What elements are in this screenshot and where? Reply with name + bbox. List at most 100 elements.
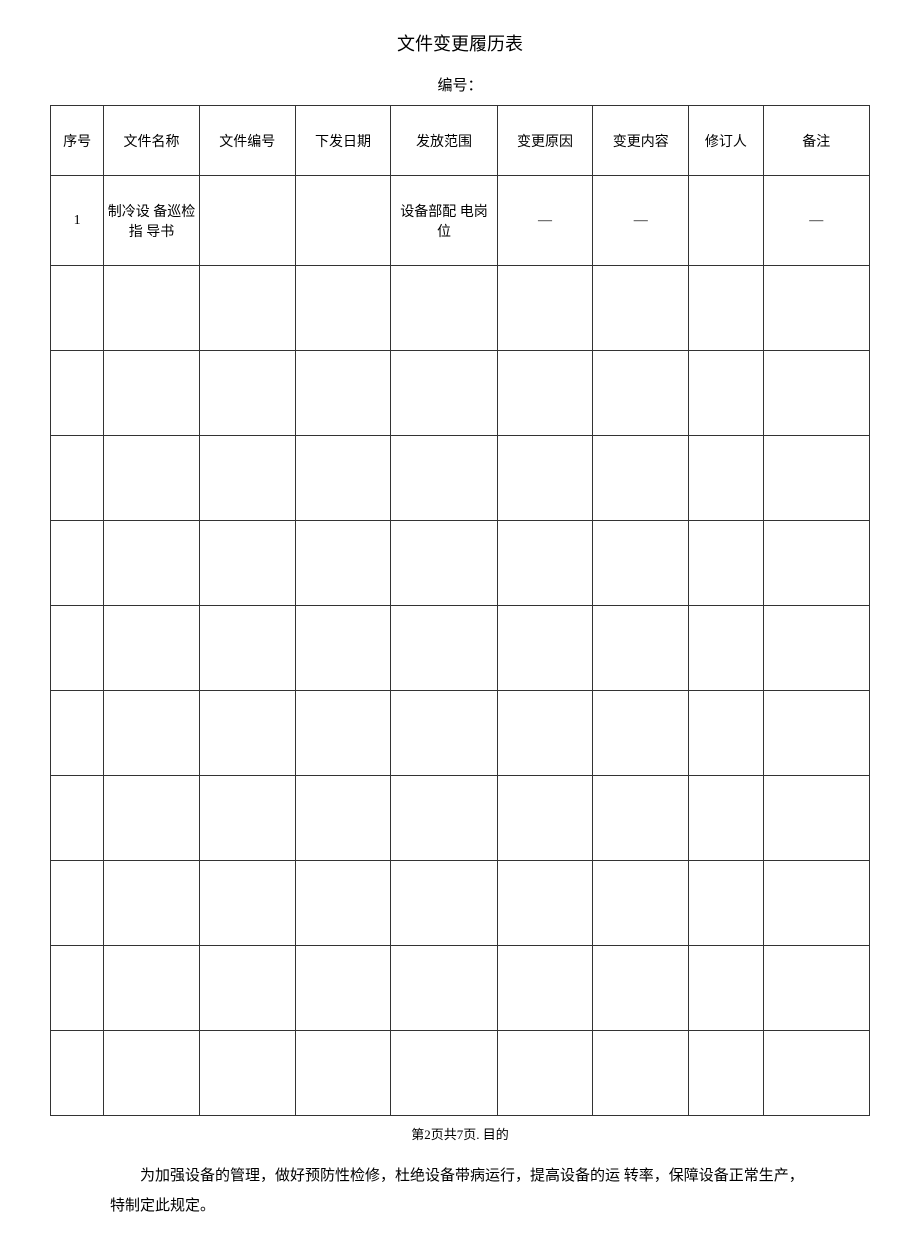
change-history-table: 序号 文件名称 文件编号 下发日期 发放范围 变更原因 变更内容 修订人 备注 … — [50, 105, 870, 1116]
header-scope: 发放范围 — [391, 106, 497, 176]
cell-seq — [51, 606, 104, 691]
cell-seq — [51, 691, 104, 776]
table-row — [51, 266, 870, 351]
cell-fileno — [199, 691, 295, 776]
table-row — [51, 1031, 870, 1116]
cell-seq — [51, 436, 104, 521]
table-row — [51, 776, 870, 861]
table-row — [51, 521, 870, 606]
cell-remark — [763, 351, 869, 436]
table-row — [51, 606, 870, 691]
cell-scope — [391, 266, 497, 351]
page-title: 文件变更履历表 — [50, 30, 870, 56]
cell-reason — [497, 861, 593, 946]
cell-remark — [763, 436, 869, 521]
header-name: 文件名称 — [104, 106, 200, 176]
cell-name — [104, 946, 200, 1031]
table-row: 1 制冷设 备巡检指 导书 设备部配 电岗位 — — — — [51, 176, 870, 266]
cell-name — [104, 776, 200, 861]
cell-date — [295, 351, 391, 436]
header-remark: 备注 — [763, 106, 869, 176]
cell-content — [593, 606, 689, 691]
cell-reviser — [689, 351, 763, 436]
cell-fileno — [199, 776, 295, 861]
cell-content — [593, 946, 689, 1031]
cell-name — [104, 606, 200, 691]
cell-name — [104, 266, 200, 351]
table-header-row: 序号 文件名称 文件编号 下发日期 发放范围 变更原因 变更内容 修订人 备注 — [51, 106, 870, 176]
cell-content — [593, 861, 689, 946]
cell-content — [593, 691, 689, 776]
cell-seq: 1 — [51, 176, 104, 266]
cell-remark — [763, 861, 869, 946]
cell-reason — [497, 351, 593, 436]
cell-remark — [763, 266, 869, 351]
page-indicator: 第2页共7页. 目的 — [50, 1124, 870, 1143]
cell-date — [295, 946, 391, 1031]
cell-date — [295, 176, 391, 266]
cell-date — [295, 776, 391, 861]
cell-reason: — — [497, 176, 593, 266]
cell-scope — [391, 1031, 497, 1116]
cell-scope — [391, 436, 497, 521]
cell-name — [104, 351, 200, 436]
cell-fileno — [199, 606, 295, 691]
cell-reviser — [689, 176, 763, 266]
cell-seq — [51, 521, 104, 606]
cell-reason — [497, 946, 593, 1031]
purpose-paragraph: 为加强设备的管理，做好预防性检修，杜绝设备带病运行，提高设备的运 转率，保障设备… — [50, 1161, 870, 1221]
cell-scope — [391, 351, 497, 436]
cell-reason — [497, 521, 593, 606]
table-row — [51, 436, 870, 521]
cell-reason — [497, 266, 593, 351]
doc-number-label: 编号： — [50, 74, 870, 95]
header-date: 下发日期 — [295, 106, 391, 176]
header-reviser: 修订人 — [689, 106, 763, 176]
cell-remark — [763, 1031, 869, 1116]
table-row — [51, 946, 870, 1031]
cell-seq — [51, 946, 104, 1031]
cell-name: 制冷设 备巡检指 导书 — [104, 176, 200, 266]
cell-content — [593, 436, 689, 521]
cell-content: — — [593, 176, 689, 266]
cell-content — [593, 266, 689, 351]
cell-remark — [763, 606, 869, 691]
cell-name — [104, 521, 200, 606]
cell-reviser — [689, 1031, 763, 1116]
cell-remark — [763, 691, 869, 776]
cell-scope — [391, 861, 497, 946]
cell-scope — [391, 691, 497, 776]
cell-reviser — [689, 266, 763, 351]
cell-reason — [497, 436, 593, 521]
cell-seq — [51, 776, 104, 861]
header-fileno: 文件编号 — [199, 106, 295, 176]
table-row — [51, 691, 870, 776]
cell-seq — [51, 351, 104, 436]
cell-scope — [391, 946, 497, 1031]
cell-date — [295, 861, 391, 946]
cell-date — [295, 691, 391, 776]
cell-content — [593, 1031, 689, 1116]
cell-fileno — [199, 521, 295, 606]
cell-reviser — [689, 436, 763, 521]
cell-reviser — [689, 776, 763, 861]
cell-remark — [763, 946, 869, 1031]
cell-fileno — [199, 351, 295, 436]
cell-fileno — [199, 266, 295, 351]
cell-reviser — [689, 606, 763, 691]
cell-name — [104, 861, 200, 946]
cell-content — [593, 776, 689, 861]
table-row — [51, 861, 870, 946]
cell-remark — [763, 521, 869, 606]
cell-scope — [391, 776, 497, 861]
cell-date — [295, 606, 391, 691]
header-reason: 变更原因 — [497, 106, 593, 176]
cell-remark — [763, 776, 869, 861]
cell-scope — [391, 521, 497, 606]
cell-name — [104, 1031, 200, 1116]
cell-fileno — [199, 1031, 295, 1116]
cell-reason — [497, 1031, 593, 1116]
cell-date — [295, 1031, 391, 1116]
cell-scope: 设备部配 电岗位 — [391, 176, 497, 266]
cell-reason — [497, 691, 593, 776]
